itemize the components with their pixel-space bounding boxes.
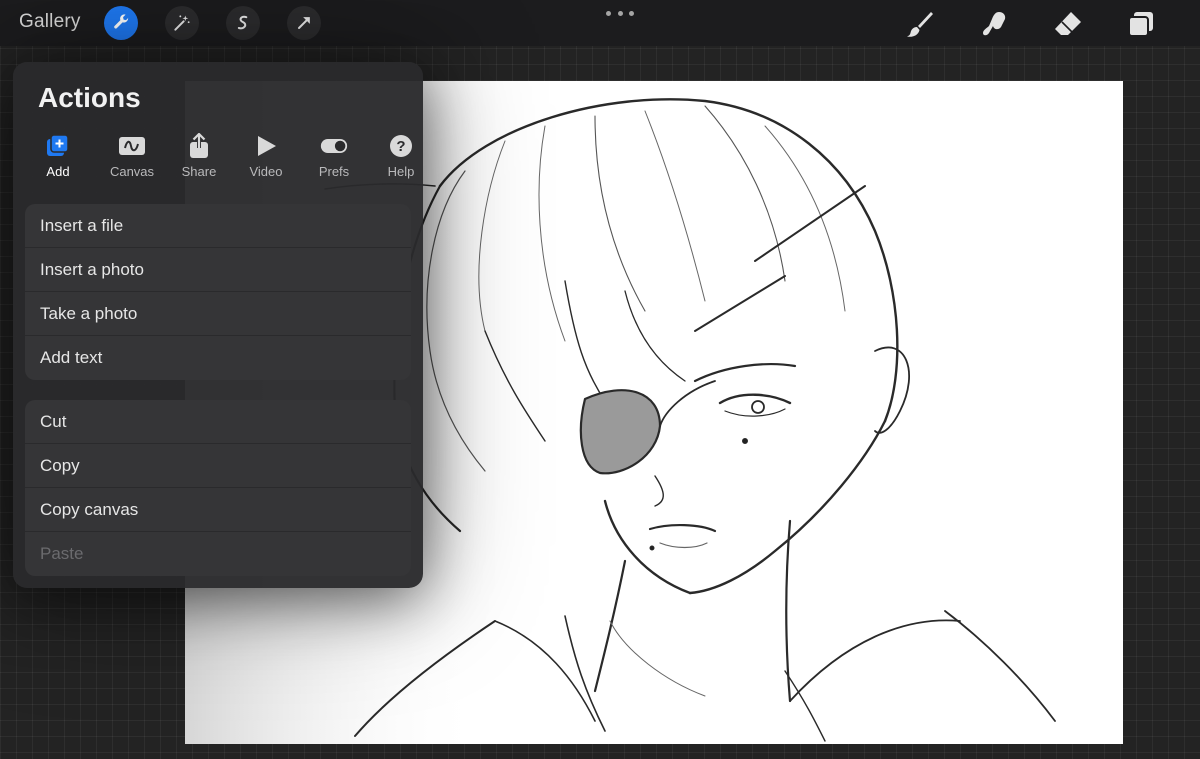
wrench-icon[interactable] xyxy=(104,6,138,40)
clipboard-menu-group: Cut Copy Copy canvas Paste xyxy=(25,400,411,576)
tab-canvas-label: Canvas xyxy=(109,164,155,179)
smudge-glyph xyxy=(983,12,1006,36)
eraser-icon[interactable] xyxy=(1051,7,1085,41)
canvas-icon xyxy=(118,132,146,160)
copy-item[interactable]: Copy xyxy=(25,444,411,488)
selection-icon[interactable] xyxy=(226,6,260,40)
top-toolbar: Gallery xyxy=(0,0,1200,46)
transform-arrow-glyph xyxy=(298,17,310,29)
gallery-button[interactable]: Gallery xyxy=(19,11,81,33)
tab-help[interactable]: ? Help xyxy=(370,132,432,182)
tab-prefs-label: Prefs xyxy=(318,164,350,179)
tab-canvas[interactable]: Canvas xyxy=(101,132,163,182)
brush-icon[interactable] xyxy=(903,7,937,41)
tab-add[interactable]: Add xyxy=(27,132,89,182)
brush-glyph xyxy=(907,12,933,37)
insert-photo-item[interactable]: Insert a photo xyxy=(25,248,411,292)
transform-arrow-icon[interactable] xyxy=(287,6,321,40)
tab-share[interactable]: Share xyxy=(168,132,230,182)
add-icon xyxy=(44,132,72,160)
wrench-glyph xyxy=(114,14,129,29)
smudge-icon[interactable] xyxy=(977,7,1011,41)
layers-glyph xyxy=(1128,12,1153,37)
add-text-item[interactable]: Add text xyxy=(25,336,411,380)
selection-glyph xyxy=(237,15,248,30)
tab-video-label: Video xyxy=(249,164,283,179)
tab-add-label: Add xyxy=(46,164,70,179)
share-icon xyxy=(185,132,213,160)
actions-tabs: Add Canvas Share Video Prefs ? Help xyxy=(27,132,417,182)
magic-wand-icon[interactable] xyxy=(165,6,199,40)
cut-item[interactable]: Cut xyxy=(25,400,411,444)
tab-video[interactable]: Video xyxy=(235,132,297,182)
toggle-icon xyxy=(320,132,348,160)
paste-item[interactable]: Paste xyxy=(25,532,411,576)
tab-prefs[interactable]: Prefs xyxy=(303,132,365,182)
tab-help-label: Help xyxy=(387,164,415,179)
actions-panel: Actions Add Canvas Share Video Prefs ? H… xyxy=(13,62,423,588)
video-play-icon xyxy=(252,132,280,160)
layers-icon[interactable] xyxy=(1124,7,1158,41)
svg-text:?: ? xyxy=(396,138,405,155)
insert-file-item[interactable]: Insert a file xyxy=(25,204,411,248)
more-options-icon[interactable] xyxy=(606,8,634,18)
magic-wand-glyph xyxy=(174,15,190,31)
copy-canvas-item[interactable]: Copy canvas xyxy=(25,488,411,532)
help-icon: ? xyxy=(387,132,415,160)
add-menu-group: Insert a file Insert a photo Take a phot… xyxy=(25,204,411,380)
actions-title: Actions xyxy=(38,82,141,113)
tab-share-label: Share xyxy=(181,164,217,179)
take-photo-item[interactable]: Take a photo xyxy=(25,292,411,336)
eraser-glyph xyxy=(1055,12,1081,35)
